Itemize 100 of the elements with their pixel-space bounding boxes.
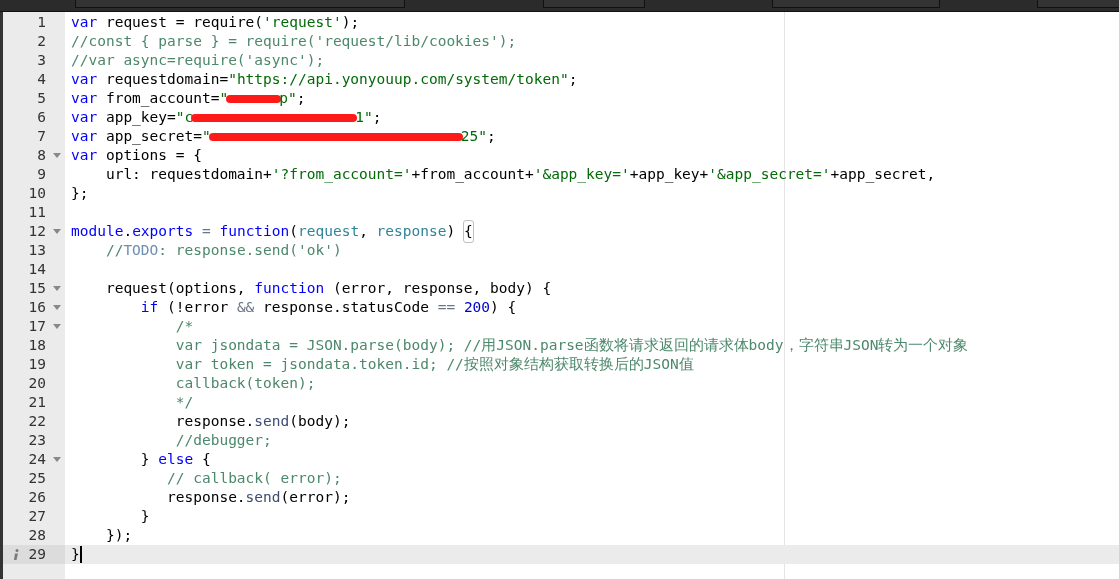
code-comment: var token = jsondata.token.id; //按照对象结构获取转换后的JSON值 (174, 354, 694, 374)
line-number: 17 (28, 316, 46, 336)
code-token: module (71, 221, 124, 241)
fold-arrow-icon[interactable] (52, 229, 61, 234)
code-token: else (158, 449, 194, 469)
code-token: 1" (355, 107, 373, 127)
line-number: 27 (28, 506, 46, 526)
code-comment: //debugger; (174, 430, 272, 450)
code-comment: */ (174, 392, 194, 412)
code-token: ) { (490, 297, 517, 317)
tab[interactable] (772, 0, 940, 8)
code-token: } (139, 449, 151, 469)
line-number: 4 (37, 69, 46, 89)
code-token: ; (568, 69, 578, 89)
code-token: ; (296, 88, 306, 108)
code-token: send (254, 411, 290, 431)
code-token: (error, response, body) { (331, 278, 552, 298)
fold-arrow-icon[interactable] (52, 286, 61, 291)
code-token: ) (446, 221, 457, 241)
line-number: 5 (37, 88, 46, 108)
code-token: . (123, 221, 133, 241)
code-comment: TODO (123, 240, 159, 260)
line-number: 12 (28, 221, 46, 241)
line-number: 13 (28, 240, 46, 260)
fold-arrow-icon[interactable] (52, 324, 61, 329)
code-token: function (254, 278, 325, 298)
line-number: 24 (28, 449, 46, 469)
code-token: "https://api.yonyouup.com/system/token" (228, 69, 569, 89)
code-token: ; (372, 107, 382, 127)
code-comment: var jsondata = JSON.parse(body); //用JSON.parse函数将请求返回的请求体body，字符串JSON转为一个对象 (174, 335, 969, 355)
code-comment: //const { parse } = require('request/lib/cookies'); (71, 31, 517, 51)
info-icon[interactable] (13, 549, 19, 561)
fold-arrow-icon[interactable] (52, 305, 61, 310)
code-token: var (71, 145, 98, 165)
line-number: 25 (28, 468, 46, 488)
code-comment: // callback( error); (166, 468, 342, 488)
line-number: 15 (28, 278, 46, 298)
code-token: var (71, 69, 98, 89)
code-token: app_key= (104, 107, 176, 128)
code-token: { (463, 220, 473, 243)
line-number: 8 (37, 145, 46, 165)
code-token: var (71, 88, 98, 108)
code-token: var (71, 126, 98, 146)
line-number: 19 (28, 354, 46, 374)
line-number: 23 (28, 430, 46, 450)
tab[interactable] (75, 0, 405, 8)
line-number: 7 (37, 126, 46, 146)
tab[interactable] (1037, 0, 1119, 8)
code-token: == (437, 297, 456, 317)
code-token: +app_key+ (629, 164, 709, 185)
code-token: +from_account+ (411, 164, 534, 185)
code-token: 'request' (263, 12, 342, 32)
code-comment: // (104, 240, 124, 260)
code-token: request = require( (104, 12, 264, 32)
code-token: '&app_secret=' (708, 164, 831, 185)
code-token: var (71, 107, 98, 127)
fold-arrow-icon[interactable] (52, 457, 61, 462)
code-token: (body); (289, 411, 351, 431)
line-number: 3 (37, 50, 46, 70)
code-token: 200 (462, 297, 491, 317)
code-token: ; (486, 126, 496, 146)
code-comment: //var async=require('async'); (71, 50, 325, 70)
code-token: '&app_key=' (533, 164, 630, 185)
line-number: 29 (28, 544, 46, 564)
code-token: response. (166, 487, 246, 507)
line-number: 26 (28, 487, 46, 507)
code-token: url: requestdomain+ (104, 164, 272, 184)
code-token: request(options, (104, 278, 247, 298)
line-number: 2 (37, 31, 46, 51)
code-token: exports (132, 221, 194, 241)
redaction-mark (226, 94, 282, 103)
code-token: response.statusCode (262, 297, 430, 317)
code-token: p" (279, 88, 297, 108)
line-number: 9 (37, 164, 46, 184)
fold-arrow-icon[interactable] (52, 153, 61, 158)
code-editor[interactable] (0, 12, 1119, 579)
code-token: response (376, 221, 447, 241)
line-number: 6 (37, 107, 46, 127)
code-token: = (200, 221, 212, 241)
line-number: 21 (28, 392, 46, 412)
code-token: 25" (460, 126, 487, 146)
code-token: } (139, 506, 150, 526)
line-number: 10 (28, 183, 46, 203)
line-number: 18 (28, 335, 46, 355)
code-token: (!error (166, 297, 230, 317)
code-token: send (245, 487, 281, 507)
code-comment: /* (174, 316, 194, 336)
line-number: 16 (28, 297, 46, 317)
code-token: }; (71, 183, 89, 203)
code-token: from_account= (104, 88, 220, 109)
code-comment: callback(token); (174, 373, 316, 393)
code-token: { (200, 449, 211, 469)
line-number: 22 (28, 411, 46, 431)
code-token: request (298, 221, 360, 241)
line-number: 11 (28, 202, 46, 222)
code-token: ); (341, 12, 360, 32)
code-token: ( (289, 221, 298, 241)
tab[interactable] (543, 0, 645, 8)
code-token: +app_secret, (830, 164, 936, 185)
code-token: var (71, 12, 98, 32)
